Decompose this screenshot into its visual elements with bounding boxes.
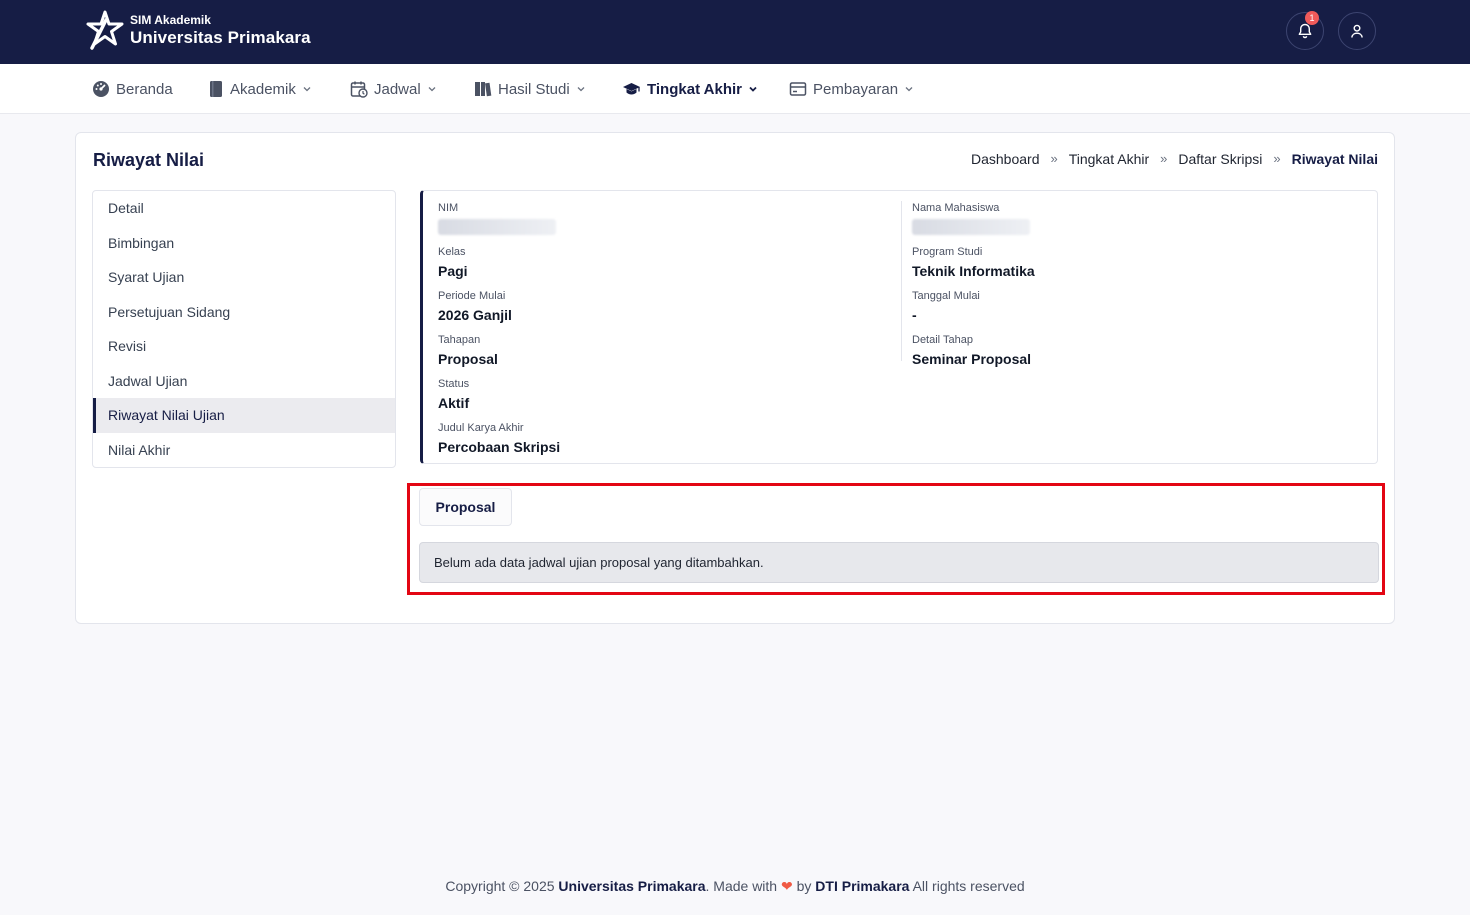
field-detail-tahap: Detail Tahap Seminar Proposal: [912, 333, 1031, 369]
footer-made-with: . Made with: [705, 878, 778, 894]
user-menu-button[interactable]: [1338, 12, 1376, 50]
breadcrumb-separator-icon: »: [1050, 151, 1058, 166]
side-item-nilai-akhir[interactable]: Nilai Akhir: [93, 433, 395, 468]
breadcrumb-riwayat-nilai: Riwayat Nilai: [1291, 151, 1378, 167]
field-judul-karya-akhir: Judul Karya Akhir Percobaan Skripsi: [438, 421, 560, 457]
field-value: Percobaan Skripsi: [438, 439, 561, 455]
brand-title: Universitas Primakara: [130, 28, 311, 47]
footer-by: by: [796, 878, 812, 894]
field-nim: NIM: [438, 201, 556, 235]
side-item-bimbingan[interactable]: Bimbingan: [93, 226, 395, 261]
empty-schedule-alert: Belum ada data jadwal ujian proposal yan…: [419, 542, 1379, 583]
brand[interactable]: SIM Akademik Universitas Primakara: [86, 10, 311, 50]
page-title: Riwayat Nilai: [93, 150, 205, 170]
field-value: Proposal: [438, 351, 498, 367]
graduation-cap-icon: [623, 83, 640, 95]
breadcrumb-daftar-skripsi[interactable]: Daftar Skripsi: [1178, 151, 1262, 167]
field-label: Program Studi: [912, 246, 983, 258]
field-label: Tanggal Mulai: [912, 290, 980, 302]
side-item-persetujuan-sidang[interactable]: Persetujuan Sidang: [93, 295, 395, 330]
field-nama-mahasiswa: Nama Mahasiswa: [912, 201, 1030, 235]
field-value: Aktif: [438, 395, 470, 411]
footer-team-link[interactable]: DTI Primakara: [815, 878, 909, 894]
footer-copyright: Copyright © 2025: [445, 878, 555, 894]
breadcrumb-separator-icon: »: [1273, 151, 1281, 166]
side-item-revisi[interactable]: Revisi: [93, 329, 395, 364]
nav-label: Pembayaran: [813, 80, 899, 98]
field-periode-mulai: Periode Mulai 2026 Ganjil: [438, 289, 512, 325]
nav-label: Tingkat Akhir: [647, 80, 743, 98]
chevron-down-icon: [749, 86, 757, 92]
field-label: Judul Karya Akhir: [438, 422, 524, 434]
field-value: -: [912, 307, 917, 323]
field-kelas: Kelas Pagi: [438, 245, 468, 281]
redacted-value: [912, 219, 1030, 235]
footer: Copyright © 2025 Universitas Primakara. …: [0, 878, 1470, 895]
field-tanggal-mulai: Tanggal Mulai -: [912, 289, 980, 325]
redacted-value: [438, 219, 556, 235]
notification-count-badge: 1: [1305, 11, 1319, 25]
side-item-jadwal-ujian[interactable]: Jadwal Ujian: [93, 364, 395, 399]
side-item-riwayat-nilai-ujian[interactable]: Riwayat Nilai Ujian: [93, 398, 395, 433]
field-label: Detail Tahap: [912, 334, 973, 346]
breadcrumb-separator-icon: »: [1160, 151, 1168, 166]
footer-org-link[interactable]: Universitas Primakara: [558, 878, 705, 894]
books-icon: [475, 82, 492, 97]
nav-item-hasil-studi[interactable]: Hasil Studi: [474, 64, 586, 114]
field-label: Kelas: [438, 246, 466, 258]
chevron-down-icon: [303, 87, 311, 92]
field-value: Seminar Proposal: [912, 351, 1032, 367]
chevron-down-icon: [905, 87, 913, 92]
footer-rights: All rights reserved: [912, 878, 1025, 894]
field-label: NIM: [438, 202, 459, 214]
field-status: Status Aktif: [438, 377, 469, 413]
notification-button[interactable]: 1: [1286, 11, 1324, 50]
calendar-clock-icon: [350, 81, 368, 98]
nav-label: Beranda: [116, 80, 173, 98]
nav-item-beranda[interactable]: Beranda: [92, 64, 173, 114]
field-label: Periode Mulai: [438, 290, 506, 302]
brand-subtitle: SIM Akademik: [130, 13, 211, 27]
bell-icon: [1298, 23, 1312, 39]
user-icon: [1351, 24, 1363, 38]
field-tahapan: Tahapan Proposal: [438, 333, 498, 369]
nav-label: Akademik: [230, 80, 296, 98]
thesis-side-menu: Detail Bimbingan Syarat Ujian Persetujua…: [92, 190, 396, 468]
chevron-down-icon: [428, 87, 436, 92]
tab-proposal[interactable]: Proposal: [419, 488, 512, 526]
side-item-syarat-ujian[interactable]: Syarat Ujian: [93, 260, 395, 295]
field-label: Nama Mahasiswa: [912, 202, 1000, 214]
main-navigation: Beranda Akademik Jadwal Hasil Studi Ting…: [0, 64, 1470, 114]
field-value: 2026 Ganjil: [438, 307, 512, 323]
field-label: Tahapan: [438, 334, 481, 346]
nav-item-pembayaran[interactable]: Pembayaran: [789, 64, 914, 114]
field-label: Status: [438, 378, 470, 390]
heart-icon: ❤: [780, 878, 793, 894]
breadcrumb: Dashboard » Tingkat Akhir » Daftar Skrip…: [971, 151, 1378, 167]
nav-label: Hasil Studi: [498, 80, 570, 98]
field-value: Pagi: [438, 263, 468, 279]
nav-item-akademik[interactable]: Akademik: [208, 64, 312, 114]
chevron-down-icon: [577, 87, 585, 92]
side-item-detail[interactable]: Detail: [93, 191, 395, 226]
nav-item-jadwal[interactable]: Jadwal: [350, 64, 437, 114]
primakara-logo-icon: [86, 10, 124, 50]
breadcrumb-tingkat-akhir[interactable]: Tingkat Akhir: [1069, 151, 1149, 167]
column-divider: [901, 201, 902, 361]
payment-card-icon: [789, 82, 807, 96]
main-card: Riwayat Nilai Dashboard » Tingkat Akhir …: [75, 132, 1395, 624]
breadcrumb-dashboard[interactable]: Dashboard: [971, 151, 1040, 167]
student-info-panel: NIM Nama Mahasiswa Kelas Pagi Program St…: [420, 190, 1378, 464]
nav-label: Jadwal: [374, 80, 421, 98]
field-program-studi: Program Studi Teknik Informatika: [912, 245, 1035, 281]
nav-item-tingkat-akhir[interactable]: Tingkat Akhir: [622, 64, 758, 114]
top-bar: SIM Akademik Universitas Primakara 1: [0, 0, 1470, 64]
dashboard-gauge-icon: [93, 81, 109, 97]
field-value: Teknik Informatika: [912, 263, 1035, 279]
book-icon: [210, 81, 222, 97]
